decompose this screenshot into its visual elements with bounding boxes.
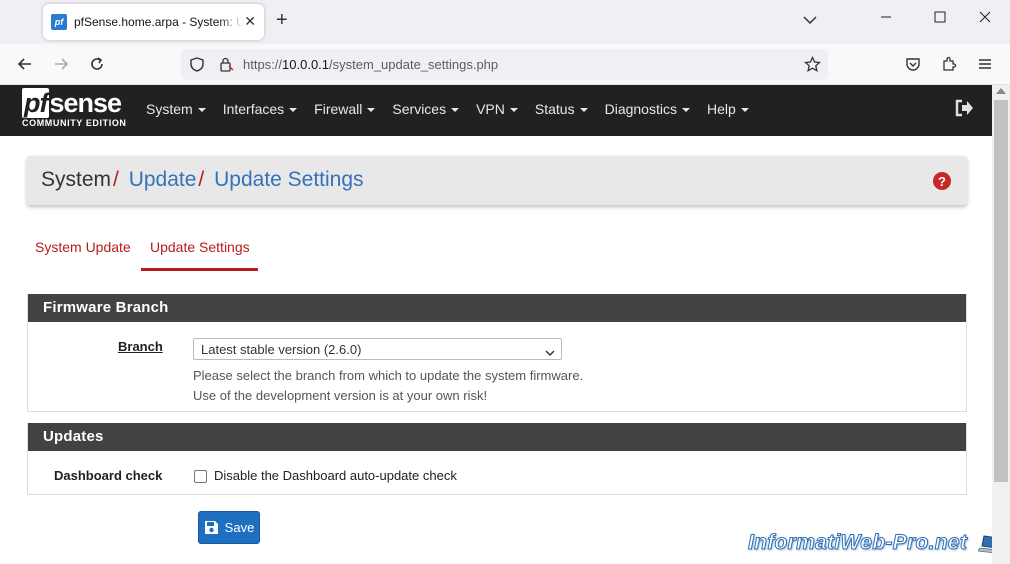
browser-navbar: https://10.0.0.1/system_update_settings.… xyxy=(0,44,1010,85)
scrollbar-thumb[interactable] xyxy=(994,100,1008,482)
bookmark-star-icon[interactable] xyxy=(803,55,822,78)
floppy-disk-icon xyxy=(204,521,218,534)
url-bar[interactable]: https://10.0.0.1/system_update_settings.… xyxy=(181,49,828,80)
dashboard-autoupdate-checkbox[interactable] xyxy=(194,470,207,483)
pocket-icon[interactable] xyxy=(903,54,923,74)
watermark-text: InformatiWeb-Pro.net xyxy=(747,531,968,555)
laptop-logo-icon xyxy=(977,533,992,555)
pfsense-logo[interactable]: pfsense COMMUNITY EDITION xyxy=(22,88,127,128)
close-window-icon[interactable] xyxy=(979,10,991,26)
pfsense-header: pfsense COMMUNITY EDITION System Interfa… xyxy=(0,85,992,136)
scroll-up-arrow-icon[interactable] xyxy=(996,88,1006,94)
menu-help[interactable]: Help xyxy=(707,101,749,117)
branch-select[interactable]: Latest stable version (2.6.0) xyxy=(193,338,562,360)
branch-label: Branch xyxy=(118,339,163,354)
tab-system-update[interactable]: System Update xyxy=(35,239,131,255)
menu-vpn[interactable]: VPN xyxy=(476,101,518,117)
pfsense-favicon-icon: pf xyxy=(51,14,67,30)
new-tab-icon[interactable]: + xyxy=(276,10,288,30)
updates-panel: Updates Dashboard check Disable the Dash… xyxy=(27,423,967,495)
branch-help-line2: Use of the development version is at you… xyxy=(193,388,488,403)
tab-close-icon[interactable]: ✕ xyxy=(244,13,256,30)
breadcrumb-update-link[interactable]: Update xyxy=(129,168,197,191)
tab-update-settings[interactable]: Update Settings xyxy=(150,239,250,255)
firmware-branch-panel: Firmware Branch Branch Latest stable ver… xyxy=(27,294,967,412)
tab-title: pfSense.home.arpa - System: Update: Upda… xyxy=(74,15,244,29)
updates-heading: Updates xyxy=(28,423,966,451)
breadcrumb-update-settings-link[interactable]: Update Settings xyxy=(214,168,363,191)
help-question-icon[interactable]: ? xyxy=(933,172,951,190)
back-arrow-icon[interactable] xyxy=(15,54,35,74)
menu-firewall[interactable]: Firewall xyxy=(314,101,375,117)
reload-icon[interactable] xyxy=(87,54,107,74)
breadcrumb: System/ Update/ Update Settings ? xyxy=(27,156,967,205)
dashboard-check-label: Dashboard check xyxy=(54,468,163,483)
page-viewport: pfsense COMMUNITY EDITION System Interfa… xyxy=(0,85,992,564)
menu-system[interactable]: System xyxy=(146,101,206,117)
url-text[interactable]: https://10.0.0.1/system_update_settings.… xyxy=(243,57,498,72)
menu-diagnostics[interactable]: Diagnostics xyxy=(605,101,690,117)
lock-icon[interactable] xyxy=(219,57,235,77)
minimize-icon[interactable] xyxy=(880,10,892,26)
list-all-tabs-icon[interactable] xyxy=(803,12,817,30)
page-scrollbar[interactable] xyxy=(992,85,1010,564)
branch-help-line1: Please select the branch from which to u… xyxy=(193,368,584,383)
dashboard-autoupdate-label[interactable]: Disable the Dashboard auto-update check xyxy=(214,468,457,483)
extensions-icon[interactable] xyxy=(939,54,959,74)
main-menu: System Interfaces Firewall Services VPN … xyxy=(146,101,766,117)
page-title: System/ Update/ Update Settings xyxy=(41,168,364,191)
browser-tab[interactable]: pf pfSense.home.arpa - System: Update: U… xyxy=(43,4,264,40)
firmware-branch-heading: Firmware Branch xyxy=(28,294,966,322)
menu-status[interactable]: Status xyxy=(535,101,588,117)
maximize-icon[interactable] xyxy=(934,10,946,26)
app-menu-icon[interactable] xyxy=(975,54,995,74)
active-tab-underline xyxy=(141,268,258,271)
browser-tabstrip: pf pfSense.home.arpa - System: Update: U… xyxy=(0,0,1010,44)
logout-icon[interactable] xyxy=(954,99,974,122)
forward-arrow-icon[interactable] xyxy=(51,54,71,74)
save-button[interactable]: Save xyxy=(198,511,260,544)
menu-interfaces[interactable]: Interfaces xyxy=(223,101,297,117)
tracking-shield-icon[interactable] xyxy=(190,57,204,77)
chevron-down-icon xyxy=(545,345,555,360)
menu-services[interactable]: Services xyxy=(392,101,459,117)
